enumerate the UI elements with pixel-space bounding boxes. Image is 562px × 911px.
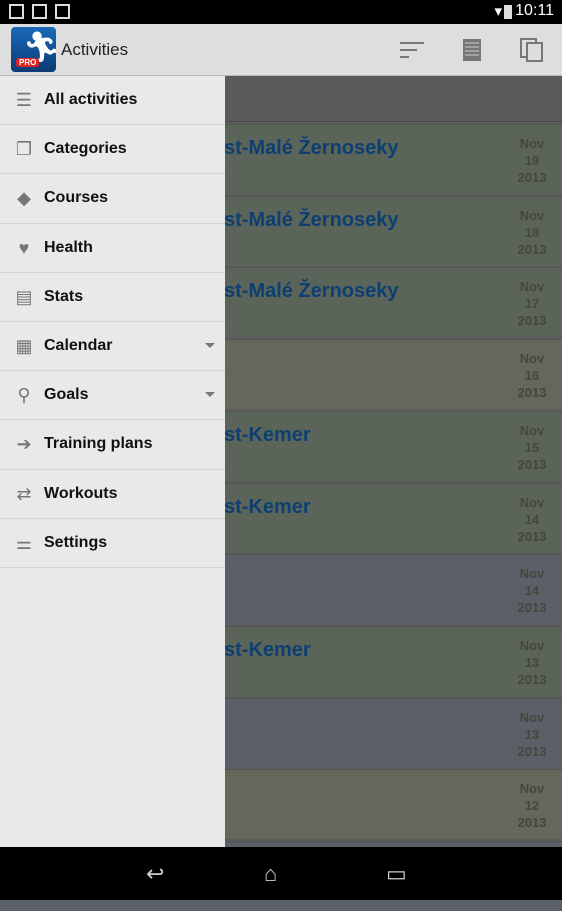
calendar-icon: ▦ xyxy=(15,335,33,356)
course-icon: ◆ xyxy=(17,188,31,209)
activity-date: Nov 13 2013 xyxy=(517,637,547,687)
list-icon[interactable] xyxy=(460,38,484,62)
stats-icon: ▤ xyxy=(15,286,33,307)
activity-title: st-Kemer xyxy=(224,423,311,446)
arrow-icon: ➔ xyxy=(16,434,32,455)
categories-icon: ❐ xyxy=(15,139,33,160)
action-bar: 🏃︎ PRO Activities xyxy=(0,24,562,76)
drawer-item-training-plans[interactable]: ➔ Training plans xyxy=(0,420,225,470)
drawer-item-goals[interactable]: ⚲ Goals xyxy=(0,371,225,421)
activity-title: st-Kemer xyxy=(224,638,311,661)
sliders-icon: ⚌ xyxy=(15,532,33,553)
gmail-icon xyxy=(32,4,47,19)
recents-icon[interactable]: ▭ xyxy=(386,861,407,887)
drawer-item-courses[interactable]: ◆ Courses xyxy=(0,174,225,224)
activity-title: st-Kemer xyxy=(224,495,311,518)
activity-title: st-Malé Žernoseky xyxy=(224,137,399,159)
drawer-item-health[interactable]: ♥ Health xyxy=(0,224,225,273)
activity-date: Nov 15 2013 xyxy=(517,422,547,472)
copy-icon[interactable] xyxy=(520,38,544,62)
activity-title: st-Malé Žernoseky xyxy=(224,208,399,231)
status-bar: ▾ 10:11 xyxy=(0,0,562,24)
store-icon xyxy=(55,4,70,19)
drawer-item-categories[interactable]: ❐ Categories xyxy=(0,125,225,175)
activity-date: Nov 17 2013 xyxy=(517,279,547,329)
drawer-item-settings[interactable]: ⚌ Settings xyxy=(0,519,225,568)
back-icon[interactable]: ↩ xyxy=(146,861,164,887)
activity-title: st-Malé Žernoseky xyxy=(224,280,399,303)
drawer-item-all-activities[interactable]: ☰ All activities xyxy=(0,76,225,126)
page-title: Activities xyxy=(61,40,129,59)
chevron-down-icon[interactable] xyxy=(205,342,215,348)
activity-date: Nov 19 2013 xyxy=(517,136,547,185)
navigation-drawer: ☰ All activities ❐ Categories ◆ Courses ♥ Healt… xyxy=(0,76,225,847)
home-icon[interactable]: ⌂ xyxy=(264,861,277,887)
activity-date: Nov 12 2013 xyxy=(517,781,547,831)
activity-date: Nov 13 2013 xyxy=(517,709,547,759)
app-logo[interactable]: 🏃︎ PRO xyxy=(11,27,56,72)
activity-date: Nov 16 2013 xyxy=(517,351,547,401)
activity-date: Nov 18 2013 xyxy=(517,207,547,257)
heart-icon: ♥ xyxy=(18,237,30,258)
chevron-down-icon[interactable] xyxy=(205,392,215,398)
system-nav-bar: ↩ ⌂ ▭ xyxy=(0,847,562,900)
drawer-item-calendar[interactable]: ▦ Calendar xyxy=(0,322,225,372)
sort-icon[interactable] xyxy=(400,38,424,62)
list-icon: ☰ xyxy=(15,90,33,110)
wifi-icon: ▾ xyxy=(494,3,502,20)
activity-date: Nov 14 2013 xyxy=(517,566,547,616)
drawer-item-stats[interactable]: ▤ Stats xyxy=(0,273,225,322)
pin-icon: ⚲ xyxy=(17,385,31,406)
repeat-icon: ⇄ xyxy=(16,483,32,504)
drawer-item-workouts[interactable]: ⇄ Workouts xyxy=(0,470,225,519)
signal-icon xyxy=(9,4,24,19)
clock: 10:11 xyxy=(515,2,554,19)
activity-date: Nov 14 2013 xyxy=(517,494,547,544)
battery-icon xyxy=(504,5,512,19)
